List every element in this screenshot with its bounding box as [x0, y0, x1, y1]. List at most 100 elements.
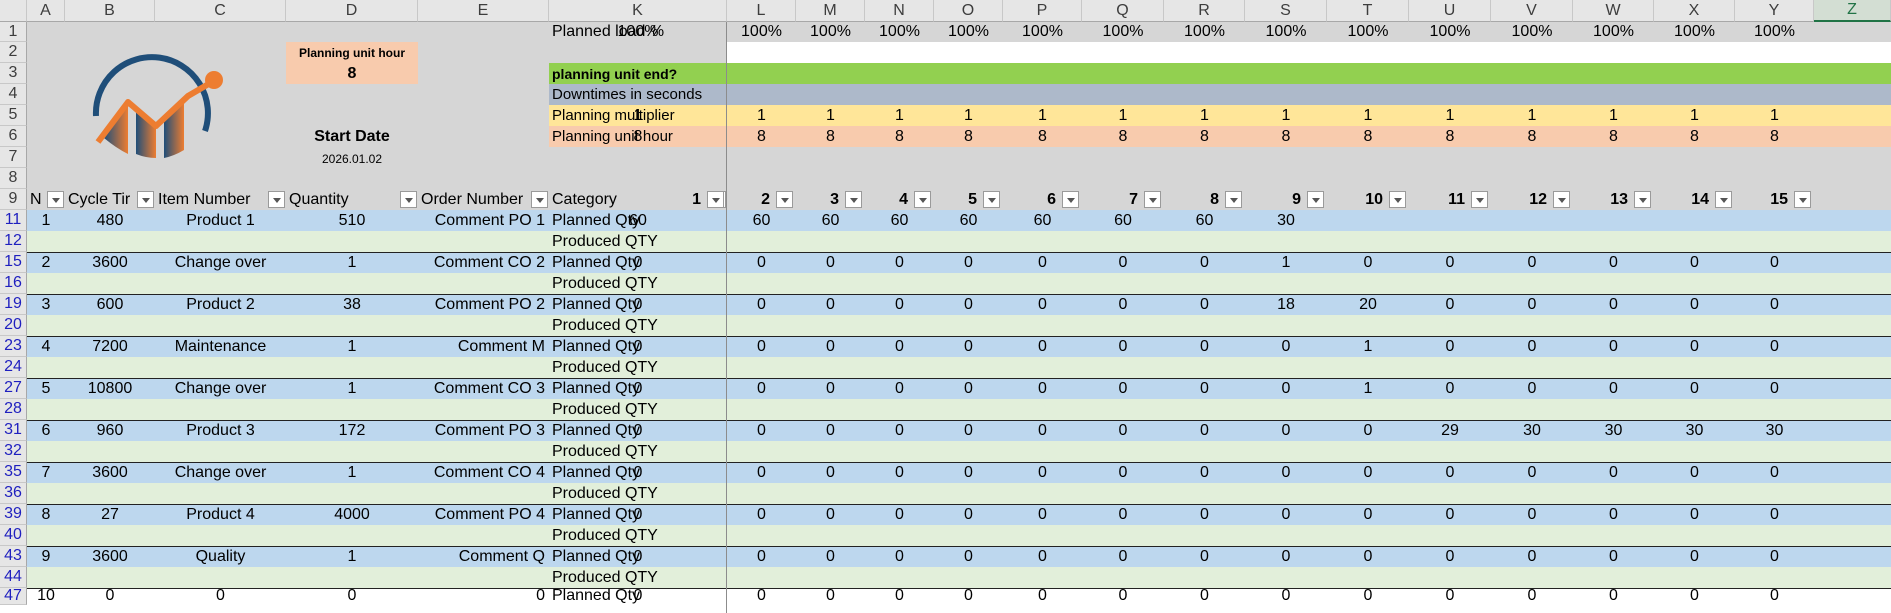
planned-qty-cell[interactable]: 0	[934, 336, 1003, 357]
produced-qty-cell[interactable]	[865, 441, 934, 462]
row-header-6[interactable]: 6	[0, 126, 27, 147]
produced-qty-cell[interactable]	[1573, 567, 1654, 588]
planning-unit-hour-cell[interactable]: 8	[1409, 126, 1491, 147]
produced-qty-cell[interactable]	[1491, 483, 1573, 504]
planning-unit-hour-cell[interactable]: 8	[1491, 126, 1573, 147]
planned-qty-cell[interactable]: 0	[1573, 588, 1654, 604]
column-header-period[interactable]: 8	[1164, 189, 1223, 210]
row-header-27[interactable]: 27	[0, 378, 27, 399]
column-header-period[interactable]: 5	[934, 189, 981, 210]
produced-qty-cell[interactable]	[1003, 483, 1082, 504]
produced-qty-cell[interactable]	[1491, 399, 1573, 420]
planned-qty-cell[interactable]: 0	[934, 294, 1003, 315]
planned-qty-cell[interactable]: 0	[1164, 378, 1245, 399]
planned-qty-cell[interactable]: 0	[1409, 252, 1491, 273]
planned-qty-cell[interactable]: 0	[1409, 462, 1491, 483]
produced-qty-cell[interactable]	[549, 273, 727, 294]
planned-qty-cell[interactable]: 60	[549, 210, 727, 231]
planned-qty-cell[interactable]: 0	[1573, 336, 1654, 357]
produced-qty-cell[interactable]	[796, 315, 865, 336]
produced-qty-cell[interactable]	[1491, 231, 1573, 252]
produced-qty-cell[interactable]	[549, 357, 727, 378]
column-header-order-number-filter-button[interactable]	[531, 191, 548, 208]
planned-qty-cell[interactable]: 0	[1082, 420, 1164, 441]
planned-qty-cell[interactable]: 0	[549, 588, 727, 604]
produced-qty-cell[interactable]	[1082, 357, 1164, 378]
planned-qty-cell[interactable]: 0	[1654, 588, 1735, 604]
produced-qty-cell[interactable]	[796, 441, 865, 462]
cycle-time[interactable]: 960	[65, 420, 155, 441]
planned-qty-cell[interactable]: 60	[1003, 210, 1082, 231]
row-header-19[interactable]: 19	[0, 294, 27, 315]
produced-qty-cell[interactable]	[1409, 525, 1491, 546]
planning-multiplier-cell[interactable]: 1	[1735, 105, 1814, 126]
cycle-time[interactable]: 10800	[65, 378, 155, 399]
item-number[interactable]: Change over	[155, 378, 286, 399]
planned-qty-cell[interactable]: 1	[1245, 252, 1327, 273]
produced-qty-cell[interactable]	[1245, 441, 1327, 462]
select-all-corner[interactable]	[0, 0, 27, 22]
column-header-r[interactable]: R	[1164, 0, 1245, 22]
planned-load-cell[interactable]: 100%	[1003, 22, 1082, 42]
period-filter-button[interactable]	[1307, 191, 1324, 208]
produced-qty-cell[interactable]	[1164, 483, 1245, 504]
planning-multiplier-cell[interactable]: 1	[865, 105, 934, 126]
order-number[interactable]: Comment PO 4	[418, 504, 549, 525]
planned-qty-cell[interactable]	[1327, 210, 1409, 231]
planned-qty-cell[interactable]: 0	[1327, 252, 1409, 273]
produced-qty-cell[interactable]	[1735, 441, 1814, 462]
planned-qty-cell[interactable]: 0	[727, 462, 796, 483]
planned-qty-cell[interactable]: 0	[1409, 504, 1491, 525]
planned-qty-cell[interactable]: 0	[796, 420, 865, 441]
item-number[interactable]: Product 2	[155, 294, 286, 315]
produced-qty-cell[interactable]	[1409, 357, 1491, 378]
planned-qty-cell[interactable]: 0	[727, 546, 796, 567]
period-filter-button[interactable]	[914, 191, 931, 208]
quantity[interactable]: 1	[286, 462, 418, 483]
produced-qty-cell[interactable]	[1654, 357, 1735, 378]
start-date-value[interactable]: 2026.01.02	[286, 148, 418, 169]
planned-qty-cell[interactable]: 60	[1164, 210, 1245, 231]
row-header-23[interactable]: 23	[0, 336, 27, 357]
planned-qty-cell[interactable]: 0	[1327, 462, 1409, 483]
planning-unit-hour-cell[interactable]: 8	[1082, 126, 1164, 147]
column-header-o[interactable]: O	[934, 0, 1003, 22]
produced-qty-cell[interactable]	[934, 525, 1003, 546]
produced-qty-cell[interactable]	[1327, 357, 1409, 378]
column-header-m[interactable]: M	[796, 0, 865, 22]
period-filter-button[interactable]	[1794, 191, 1811, 208]
planned-qty-cell[interactable]: 0	[1654, 378, 1735, 399]
column-header-period[interactable]: 9	[1245, 189, 1305, 210]
produced-qty-cell[interactable]	[934, 231, 1003, 252]
planned-qty-cell[interactable]: 0	[1409, 336, 1491, 357]
planned-qty-cell[interactable]: 0	[865, 252, 934, 273]
planned-qty-cell[interactable]: 0	[1245, 420, 1327, 441]
row-header-44[interactable]: 44	[0, 567, 27, 588]
row-header-8[interactable]: 8	[0, 168, 27, 189]
quantity[interactable]: 1	[286, 336, 418, 357]
planned-qty-cell[interactable]: 0	[1654, 462, 1735, 483]
produced-qty-cell[interactable]	[796, 357, 865, 378]
planned-load-cell[interactable]: 100%	[1735, 22, 1814, 42]
planned-qty-cell[interactable]: 0	[1082, 378, 1164, 399]
column-header-d[interactable]: D	[286, 0, 418, 22]
produced-qty-cell[interactable]	[934, 315, 1003, 336]
item-number[interactable]: Quality	[155, 546, 286, 567]
column-header-y[interactable]: Y	[1735, 0, 1814, 22]
column-header-p[interactable]: P	[1003, 0, 1082, 22]
quantity[interactable]: 38	[286, 294, 418, 315]
planned-qty-cell[interactable]: 0	[1082, 504, 1164, 525]
planned-qty-cell[interactable]: 20	[1327, 294, 1409, 315]
planning-multiplier-cell[interactable]: 1	[1327, 105, 1409, 126]
produced-qty-cell[interactable]	[727, 231, 796, 252]
cycle-time[interactable]: 600	[65, 294, 155, 315]
order-number[interactable]: Comment CO 4	[418, 462, 549, 483]
produced-qty-cell[interactable]	[1654, 231, 1735, 252]
planned-qty-cell[interactable]: 0	[727, 378, 796, 399]
column-header-n[interactable]: N	[865, 0, 934, 22]
planned-qty-cell[interactable]: 0	[865, 546, 934, 567]
planned-qty-cell[interactable]: 0	[1573, 504, 1654, 525]
column-header-quantity[interactable]: Quantity	[286, 189, 418, 210]
produced-qty-cell[interactable]	[1735, 525, 1814, 546]
planned-qty-cell[interactable]: 0	[1164, 462, 1245, 483]
